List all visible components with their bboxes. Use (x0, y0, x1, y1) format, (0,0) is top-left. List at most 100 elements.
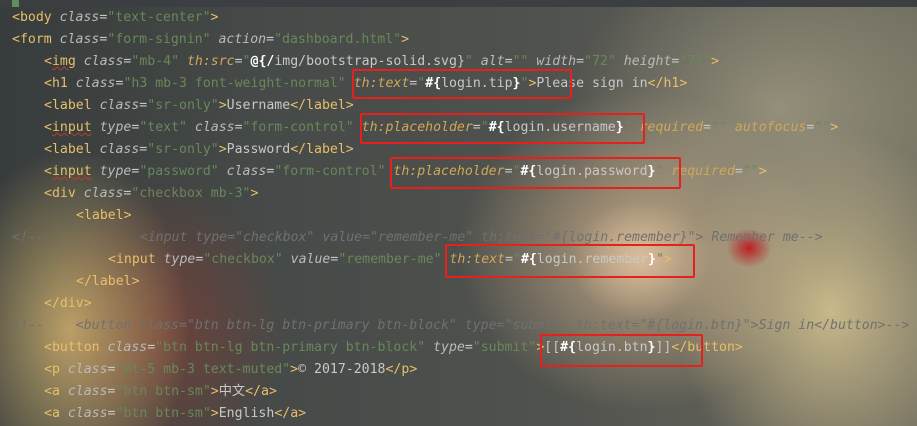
code-line-comment-button[interactable]: <!-- <button class="btn btn-lg btn-primar… (12, 315, 909, 337)
attr-name: class (59, 362, 108, 377)
text-content: English (218, 406, 275, 421)
attr-eq: = (472, 120, 481, 135)
attr-name: required (663, 164, 735, 179)
attr-value: "mt-5 mb-3 text-muted" (115, 362, 291, 377)
code-line-label-username[interactable]: <label class="sr-only">Username</label> (12, 95, 909, 117)
msg-expr-close: } (648, 252, 656, 267)
attr-eq: = (234, 120, 243, 135)
attr-value: "72" (679, 54, 712, 69)
th-attr-name: th:text (441, 252, 506, 267)
tag-bracket: < (108, 252, 116, 267)
url-expr-open: @{/ (250, 54, 275, 69)
attr-quote: " (464, 54, 473, 69)
attr-eq: = (505, 252, 514, 267)
code-line-a-chinese[interactable]: <a class="btn btn-sm">中文</a> (12, 381, 909, 403)
tag-name: label (51, 142, 92, 157)
msg-expr-open: #{ (520, 252, 537, 267)
msg-expr-open: #{ (560, 340, 577, 355)
msg-expr-close: } (512, 76, 521, 91)
attr-value: "checkbox mb-3" (131, 186, 251, 201)
tag-bracket: > (663, 252, 672, 267)
code-editor[interactable]: <body class="text-center"> <form class="… (12, 7, 909, 425)
tag-name: form (19, 32, 52, 47)
text-content: © 2017-2018 (298, 362, 386, 377)
msg-expr-open: #{ (520, 164, 537, 179)
attr-value: "" (814, 120, 831, 135)
attr-eq: = (734, 164, 743, 179)
tag-name: input (51, 120, 92, 135)
attr-eq: = (107, 406, 116, 421)
tag-bracket: > (409, 362, 418, 377)
attr-value: "btn btn-lg btn-primary btn-block" (155, 340, 426, 355)
msg-key: login.remember (536, 252, 649, 267)
attr-value: "72" (584, 54, 616, 69)
code-line-div[interactable]: <div class="checkbox mb-3"> (12, 183, 909, 205)
code-line-input-checkbox[interactable]: <input type="checkbox" value="remember-m… (12, 249, 909, 271)
attr-name: value (282, 252, 331, 267)
text-content: Password (226, 142, 291, 157)
attr-quote: " (513, 252, 521, 267)
inline-expr-close: ]] (655, 340, 672, 355)
tag-bracket: > (218, 98, 227, 113)
tag-name: label (51, 98, 92, 113)
tag-bracket: > (758, 164, 767, 179)
attr-value: "h3 mb-3 font-weight-normal" (123, 76, 346, 91)
tag-name: label (91, 274, 132, 289)
code-line-p[interactable]: <p class="mt-5 mb-3 text-muted">© 2017-2… (12, 359, 909, 381)
attr-quote: " (242, 54, 251, 69)
code-line-input-username[interactable]: <input type="text" class="form-control" … (12, 117, 909, 139)
code-line-form[interactable]: <form class="form-signin" action="dashbo… (12, 29, 909, 51)
tag-bracket: < (12, 10, 20, 25)
attr-eq: = (147, 340, 156, 355)
code-line-img[interactable]: <img class="mb-4" th:src="@{/img/bootstr… (12, 51, 909, 73)
tag-name: label (306, 142, 346, 157)
attr-name: class (75, 186, 124, 201)
th-attr-name: th:placeholder (353, 120, 473, 135)
tag-bracket: > (250, 186, 259, 201)
th-attr-name: th:placeholder (385, 164, 505, 179)
tag-name: a (290, 406, 299, 421)
attr-value: "form-control" (274, 164, 386, 179)
tag-bracket: </ (76, 274, 92, 289)
attr-name: action (210, 32, 267, 47)
tag-name: a (51, 384, 60, 399)
code-line-comment-checkbox[interactable]: <!-- <input type="checkbox" value="rememb… (12, 227, 909, 249)
msg-expr-open: #{ (488, 120, 505, 135)
code-line-label-password[interactable]: <label class="sr-only">Password</label> (12, 139, 909, 161)
code-line-div-close[interactable]: </div> (12, 293, 909, 315)
attr-name: class (99, 340, 148, 355)
tag-bracket: </ (671, 340, 688, 355)
attr-value: "password" (139, 164, 219, 179)
text-content: 中文 (218, 384, 246, 399)
attr-name: class (218, 164, 267, 179)
attr-quote: " (417, 76, 426, 91)
th-attr-name: th:text (345, 76, 410, 91)
attr-eq: = (107, 384, 116, 399)
attr-eq: = (107, 362, 116, 377)
msg-key: login.username (504, 120, 616, 135)
tag-bracket: > (123, 208, 132, 223)
code-line-h1[interactable]: <h1 class="h3 mb-3 font-weight-normal" t… (12, 73, 909, 95)
msg-key: login.btn (576, 340, 648, 355)
attr-name: type (425, 340, 465, 355)
tag-bracket: > (830, 120, 839, 135)
attr-name: type (91, 164, 132, 179)
tag-bracket: </ (647, 76, 664, 91)
attr-name: class (91, 98, 140, 113)
code-line-body[interactable]: <body class="text-center"> (12, 7, 909, 29)
attr-eq: = (576, 54, 585, 69)
tag-name: div (59, 296, 84, 311)
code-line-label[interactable]: <label> (12, 205, 909, 227)
msg-expr-close: } (615, 120, 624, 135)
code-line-button[interactable]: <button class="btn btn-lg btn-primary bt… (12, 337, 909, 359)
attr-eq: = (504, 164, 513, 179)
code-line-label-close[interactable]: </label> (12, 271, 909, 293)
tag-bracket: < (44, 406, 52, 421)
tag-name: h1 (663, 76, 680, 91)
attr-value: "mb-4" (131, 54, 180, 69)
code-line-input-password[interactable]: <input type = "password" class = "form-contr… (12, 161, 909, 183)
comment-open: <!-- (12, 230, 44, 245)
code-line-a-english[interactable]: <a class="btn btn-sm">English</a> (12, 403, 909, 425)
tag-name: img (51, 54, 76, 69)
tag-name: a (261, 384, 269, 399)
